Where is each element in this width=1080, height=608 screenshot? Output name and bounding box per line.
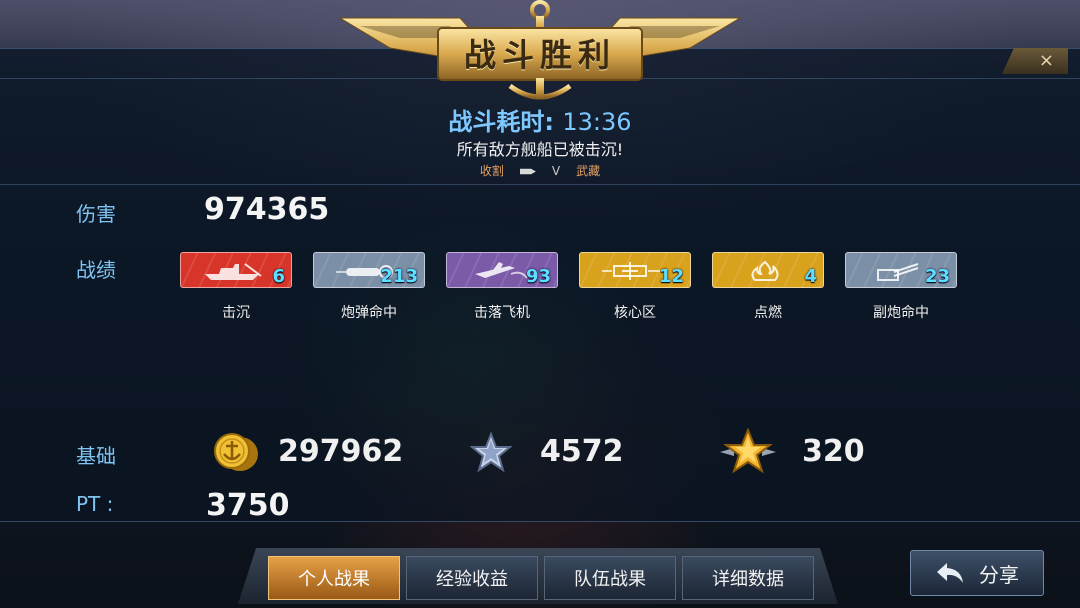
stat-count: 213	[380, 266, 418, 287]
stat-card: 23	[845, 252, 957, 288]
silver-exp-value: 4572	[540, 434, 624, 469]
citadel-icon	[602, 262, 660, 280]
stat-count: 12	[658, 266, 684, 287]
plane-shot-down-icon	[475, 262, 528, 279]
stat-count: 6	[272, 266, 285, 287]
close-icon: ×	[1038, 50, 1054, 71]
torpedo-icon	[519, 168, 536, 175]
pt-label: PT :	[76, 492, 114, 516]
gold-coin-icon	[214, 433, 258, 471]
stat-name: 点燃	[754, 305, 782, 321]
damage-label: 伤害	[76, 202, 116, 226]
stat-fire: 4 点燃	[712, 252, 824, 324]
stat-planes-shot: 93 击落飞机	[446, 252, 558, 324]
killer-name: 收割	[479, 164, 504, 178]
victory-banner: 战斗胜利	[330, 0, 750, 110]
stat-shell-hits: 213 炮弹命中	[313, 252, 425, 324]
tab-personal-results[interactable]: 个人战果	[268, 556, 400, 600]
stat-count: 23	[924, 266, 950, 287]
stat-card: 93	[446, 252, 558, 288]
stat-card: 6	[180, 252, 292, 288]
stat-name: 击落飞机	[474, 305, 530, 321]
divider	[0, 184, 1080, 185]
silver-star-icon	[470, 432, 512, 472]
secondary-gun-icon	[877, 263, 919, 281]
battle-time-value: 13:36	[562, 108, 632, 136]
victim-marker: V	[551, 164, 561, 178]
stat-count: 4	[804, 266, 817, 287]
stat-name: 副炮命中	[873, 305, 929, 321]
gold-star-icon	[720, 428, 776, 474]
tab-detailed-data[interactable]: 详细数据	[682, 556, 814, 600]
stat-citadel: 12 核心区	[579, 252, 691, 324]
stat-name: 击沉	[222, 305, 250, 321]
pt-value: 3750	[206, 488, 290, 523]
battle-stats: 6 击沉 213 炮弹命中 93 击落飞机 12 核心区 4 点燃 23 副炮命…	[180, 252, 960, 332]
tab-exp-earnings[interactable]: 经验收益	[406, 556, 538, 600]
victim-name: 武藏	[576, 164, 601, 178]
stat-card: 4	[712, 252, 824, 288]
result-message: 所有敌方舰船已被击沉!	[456, 140, 624, 159]
back-arrow-icon	[937, 563, 963, 583]
battle-duration: 战斗耗时: 13:36	[0, 102, 1080, 137]
share-label: 分享	[979, 562, 1019, 587]
battle-time-label: 战斗耗时:	[448, 108, 555, 136]
record-label: 战绩	[76, 258, 116, 282]
stat-count: 93	[525, 266, 551, 287]
stat-secondary-hits: 23 副炮命中	[845, 252, 957, 324]
base-label: 基础	[76, 444, 116, 468]
stat-name: 核心区	[614, 305, 656, 321]
stat-card: 12	[579, 252, 691, 288]
stat-card: 213	[313, 252, 425, 288]
coins-value: 297962	[278, 434, 404, 469]
stat-name: 炮弹命中	[341, 305, 397, 321]
stat-sunk: 6 击沉	[180, 252, 292, 324]
sunk-ship-icon	[205, 263, 262, 280]
gold-exp-value: 320	[802, 434, 865, 469]
damage-value: 974365	[204, 192, 330, 227]
tab-team-results[interactable]: 队伍战果	[544, 556, 676, 600]
fire-icon	[751, 260, 779, 281]
final-kill-feed: 收割 V 武藏	[0, 162, 1080, 179]
victory-title: 战斗胜利	[463, 36, 616, 74]
share-button[interactable]: 分享	[910, 550, 1044, 596]
